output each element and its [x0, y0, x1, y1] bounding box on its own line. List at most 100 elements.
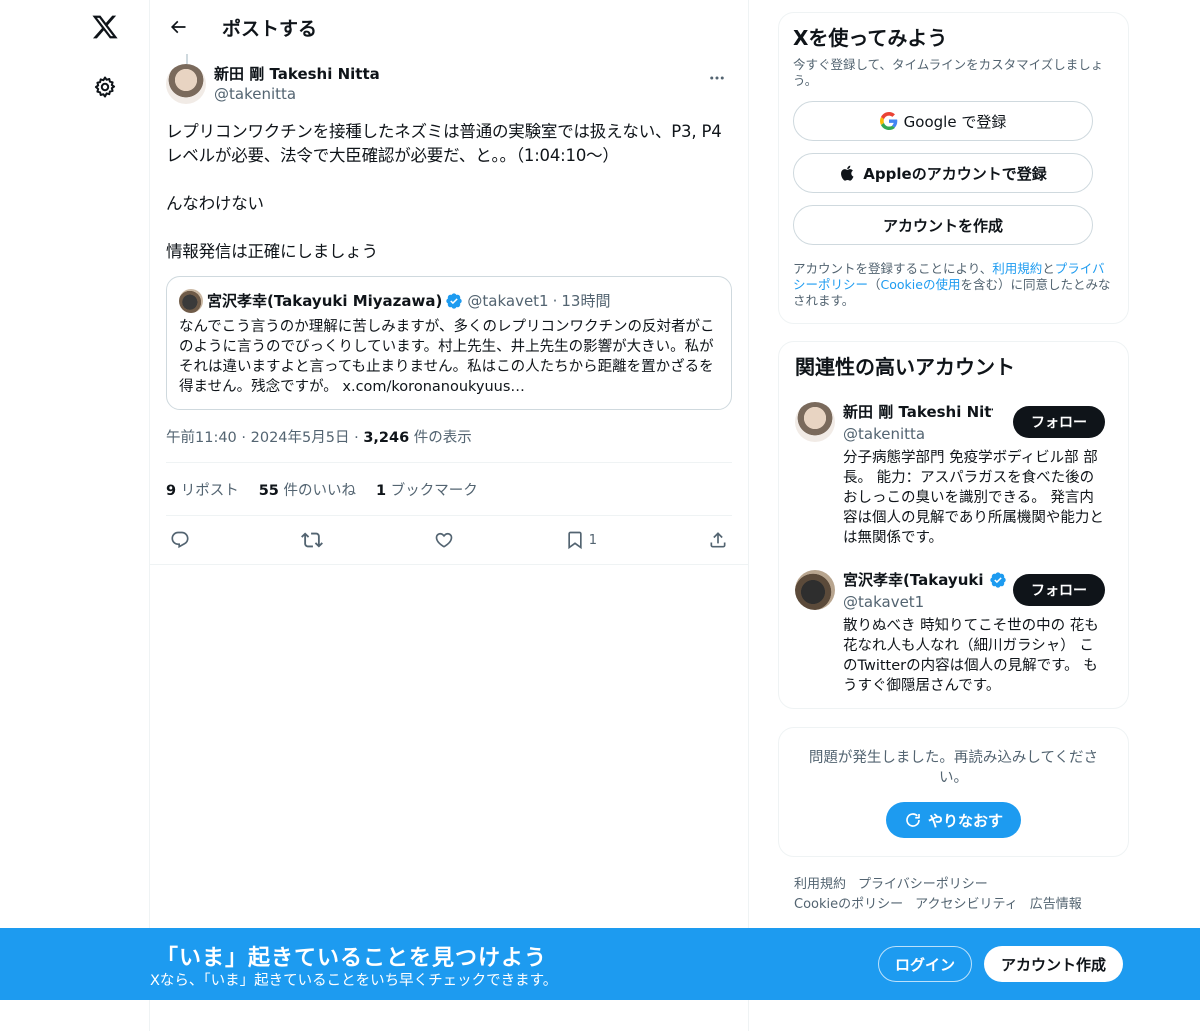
error-card: 問題が発生しました。再読み込みしてください。 やりなおす [778, 727, 1129, 857]
create-account-banner-button[interactable]: アカウント作成 [984, 946, 1123, 982]
footer-row: Cookieのポリシー アクセシビリティ 広告情報 [794, 895, 1129, 915]
like-button[interactable] [434, 530, 454, 550]
footer-link-privacy[interactable]: プライバシーポリシー [858, 877, 988, 892]
bookmark-icon [568, 531, 582, 550]
account-name[interactable]: 新田 剛 Takeshi Nitta [843, 402, 993, 422]
quote-header: 宮沢孝幸(Takayuki Miyazawa) @takavet1 · 13時間 [179, 289, 719, 313]
quote-separator: · [552, 292, 558, 310]
author-display-name[interactable]: 新田 剛 Takeshi Nitta [214, 64, 380, 84]
repost-button[interactable] [300, 529, 323, 551]
footer-link-ads[interactable]: 広告情報 [1030, 897, 1082, 912]
google-signup-label: Google で登録 [903, 112, 1007, 131]
settings-gear-icon[interactable] [88, 70, 122, 104]
bookmarks-label: ブックマーク [390, 482, 478, 499]
engagement-stats: 9 リポスト 55 件のいいね 1 ブックマーク [166, 463, 732, 515]
follow-button[interactable]: フォロー [1013, 406, 1105, 438]
related-title: 関連性の高いアカウント [795, 355, 1015, 379]
footer-link-accessibility[interactable]: アクセシビリティ [915, 897, 1018, 912]
repost-icon [300, 532, 323, 548]
account-name[interactable]: 宮沢孝幸(Takayuki Miyazawa) [843, 570, 987, 590]
tweet-header: 新田 剛 Takeshi Nitta @takenitta [166, 64, 732, 104]
signup-title: Xを使ってみよう [793, 26, 948, 50]
heart-icon [435, 532, 453, 548]
views-label: 件の表示 [413, 430, 472, 446]
follow-button[interactable]: フォロー [1013, 574, 1105, 606]
bookmarks-count: 1 [376, 482, 387, 499]
page-title: ポストする [222, 17, 318, 40]
terms-text: （ [868, 277, 881, 292]
footer-link-terms[interactable]: 利用規約 [794, 877, 846, 892]
banner-subtitle: Xなら、「いま」起きていることをいち早くチェックできます。 [150, 973, 558, 989]
cookie-link[interactable]: Cookieの使用 [881, 277, 961, 292]
bookmark-button[interactable]: 1 [565, 530, 597, 550]
login-button[interactable]: ログイン [878, 946, 972, 982]
account-names: 宮沢孝幸(Takayuki Miyazawa) @takavet1 [843, 570, 1007, 612]
verified-badge-icon [990, 572, 1006, 588]
reposts-label: リポスト [180, 482, 239, 499]
meta-separator: · [241, 430, 247, 446]
thread-connector-line [186, 54, 188, 64]
account-item[interactable]: 宮沢孝幸(Takayuki Miyazawa) @takavet1 フォロー 散… [795, 570, 1112, 696]
account-name-row: 宮沢孝幸(Takayuki Miyazawa) [843, 570, 1007, 590]
share-button[interactable] [708, 530, 728, 550]
account-bio: 分子病態学部門 免疫学ボディビル部 部長。 能力：アスパラガスを食べた後のおしっ… [843, 450, 1104, 546]
avatar[interactable] [166, 64, 206, 104]
account-info: 宮沢孝幸(Takayuki Miyazawa) @takavet1 フォロー 散… [843, 570, 1105, 696]
account-item[interactable]: 新田 剛 Takeshi Nitta @takenitta フォロー 分子病態学… [795, 402, 1112, 548]
terms-link[interactable]: 利用規約 [992, 261, 1042, 276]
signup-terms: アカウントを登録することにより、利用規約とプライバシーポリシー（Cookieの使… [793, 261, 1116, 309]
meta-separator: · [354, 430, 359, 446]
quote-timestamp: 13時間 [561, 292, 611, 310]
tweet-actions: 1 [166, 516, 732, 564]
apple-icon [841, 165, 854, 181]
signup-card: Xを使ってみよう 今すぐ登録して、タイムラインをカスタマイズしましょう。 Goo… [778, 12, 1129, 324]
footer-link-cookie[interactable]: Cookieのポリシー [794, 897, 903, 912]
verified-badge-icon [446, 293, 463, 309]
apple-signup-label: Appleのアカウントで登録 [863, 164, 1047, 183]
reply-icon [171, 531, 189, 549]
tweet-date[interactable]: 2024年5月5日 [251, 430, 350, 446]
signup-banner: 「いま」起きていることを見つけよう Xなら、「いま」起きていることをいち早くチェ… [0, 928, 1200, 1000]
share-icon [710, 532, 726, 548]
reposts-stat[interactable]: 9 リポスト [166, 479, 239, 500]
retry-button[interactable]: やりなおす [885, 802, 1021, 838]
back-arrow-icon[interactable] [164, 13, 192, 41]
avatar[interactable] [795, 402, 835, 442]
account-handle[interactable]: @takenitta [843, 424, 993, 444]
left-rail [0, 0, 150, 1031]
more-options-icon[interactable] [702, 66, 732, 90]
google-icon [879, 112, 897, 130]
terms-text: アカウントを登録することにより、 [793, 261, 993, 276]
refresh-icon [906, 813, 920, 827]
avatar[interactable] [795, 570, 835, 610]
reply-button[interactable] [170, 530, 190, 550]
google-signup-button[interactable]: Google で登録 [793, 101, 1093, 141]
bookmarks-stat[interactable]: 1 ブックマーク [376, 479, 478, 500]
retry-label: やりなおす [927, 811, 1003, 830]
likes-stat[interactable]: 55 件のいいね [259, 479, 356, 500]
quote-display-name: 宮沢孝幸(Takayuki Miyazawa) [207, 292, 443, 310]
quote-avatar [179, 289, 203, 313]
top-bar: ポストする [150, 0, 748, 54]
account-handle[interactable]: @takavet1 [843, 592, 1007, 612]
right-sidebar: Xを使ってみよう 今すぐ登録して、タイムラインをカスタマイズしましょう。 Goo… [778, 12, 1129, 915]
create-account-label: アカウントを作成 [882, 216, 1003, 235]
likes-count: 55 [258, 482, 279, 499]
tweet-time[interactable]: 午前11:40 [166, 430, 237, 446]
account-names: 新田 剛 Takeshi Nitta @takenitta [843, 402, 993, 444]
account-row: 新田 剛 Takeshi Nitta @takenitta フォロー [843, 402, 1105, 444]
x-logo-icon[interactable] [86, 8, 124, 46]
quote-handle: @takavet1 [467, 292, 549, 310]
error-message: 問題が発生しました。再読み込みしてください。 [808, 750, 1099, 786]
apple-signup-button[interactable]: Appleのアカウントで登録 [793, 153, 1093, 193]
account-row: 宮沢孝幸(Takayuki Miyazawa) @takavet1 フォロー [843, 570, 1105, 612]
account-bio: 散りぬべき 時知りてこそ世の中の 花も花なれ人も人なれ（細川ガラシャ） このTw… [843, 618, 1099, 694]
quoted-tweet[interactable]: 宮沢孝幸(Takayuki Miyazawa) @takavet1 · 13時間… [166, 276, 732, 410]
create-account-button[interactable]: アカウントを作成 [793, 205, 1093, 245]
footer-links: 利用規約 プライバシーポリシー Cookieのポリシー アクセシビリティ 広告情報 [778, 875, 1129, 915]
tweet-metadata: 午前11:40 · 2024年5月5日 · 3,246 件の表示 [166, 426, 732, 446]
reposts-count: 9 [166, 482, 177, 499]
divider [150, 564, 748, 565]
author-handle[interactable]: @takenitta [214, 84, 380, 104]
main-column: ポストする 新田 剛 Takeshi Nitta @takenitta レプリコ… [149, 0, 749, 1031]
